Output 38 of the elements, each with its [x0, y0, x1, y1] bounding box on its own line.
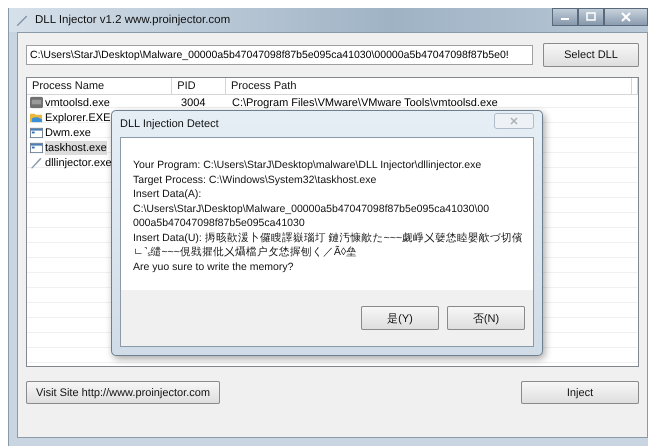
process-name[interactable]: vmtoolsd.exe [45, 96, 110, 110]
close-icon [509, 116, 519, 126]
message-line: C:\Users\StarJ\Desktop\Malware_00000a5b47047098f87b5e095ca41030\00 [133, 202, 490, 216]
column-header[interactable]: Process Path [226, 78, 632, 94]
message-line: Your Program: C:\Users\StarJ\Desktop\malware\DLL Injector\dllinjector.exe [133, 158, 482, 172]
message-line: Are yuo sure to write the memory? [133, 260, 294, 274]
maximize-icon [585, 12, 597, 22]
process-name[interactable]: Dwm.exe [45, 126, 91, 140]
dialog-button[interactable]: 是(Y) [361, 306, 439, 330]
close-button[interactable] [604, 8, 648, 26]
pen-icon [30, 156, 43, 169]
pen-icon [15, 13, 29, 27]
inject-button[interactable]: Inject [521, 381, 639, 404]
window-icon [30, 141, 43, 154]
app-icon [30, 96, 43, 109]
process-name[interactable]: Explorer.EXE [45, 110, 110, 124]
message-line: Insert Data(U): 搙晐歖湲卜儸瞍譯嶽瑙圢 鏈汚慷歒た~~~觑崢㐅㜸恷睦嬰歒づ切儐 [133, 230, 524, 245]
close-icon [620, 12, 632, 22]
message-line: 000a5b47047098f87b5e095ca41030 [133, 216, 305, 230]
message-line: ㄴ˺ₛ缱~~~俔戥㩴仳㐅㸎檔户攵恷搱刨く／Ã◊垒 [133, 245, 358, 260]
message-line: Target Process: C:\Windows\System32\taskhost.exe [133, 172, 376, 187]
process-pid: 3004 [181, 96, 206, 110]
visit-site-button[interactable]: Visit Site http://www.proinjector.com [26, 381, 220, 404]
dll-path-field[interactable]: C:\Users\StarJ\Desktop\Malware_00000a5b47047098f87b5e095ca41030\00000a5b47047098f87b5e0! [26, 45, 533, 65]
select-dll-button[interactable]: Select DLL [543, 43, 639, 67]
folder-icon [30, 111, 43, 124]
process-name[interactable]: dllinjector.exe [45, 156, 112, 170]
column-header[interactable]: PID [172, 78, 226, 94]
maximize-button[interactable] [578, 8, 604, 26]
window-icon [30, 126, 43, 139]
process-name[interactable]: taskhost.exe [45, 140, 107, 154]
window-title: DLL Injector v1.2 www.proinjector.com [35, 14, 230, 26]
column-header[interactable]: Process Name [27, 78, 172, 94]
process-path: C:\Program Files\VMware\VMware Tools\vmtoolsd.exe [232, 96, 498, 110]
dialog-title: DLL Injection Detect [120, 118, 219, 130]
minimize-button[interactable] [552, 8, 578, 26]
message-line: Insert Data(A): [133, 187, 202, 202]
dialog-button[interactable]: 否(N) [447, 306, 525, 330]
